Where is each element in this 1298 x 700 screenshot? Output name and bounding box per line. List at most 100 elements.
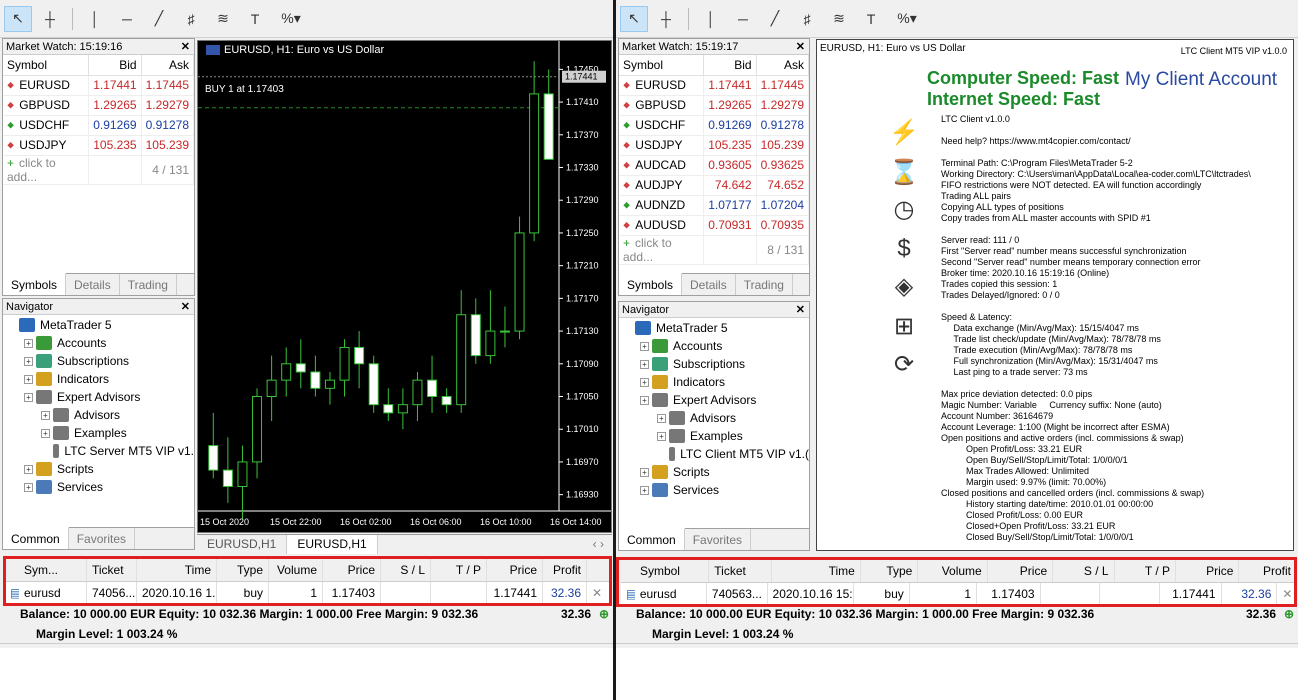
internet-speed: Internet Speed: Fast [927, 89, 1101, 109]
chart-tab-active[interactable]: EURUSD,H1 [287, 535, 378, 554]
expand-icon[interactable]: + [41, 428, 50, 438]
tab-trading[interactable]: Trading [736, 274, 793, 295]
fibonacci-icon[interactable]: ♯ [793, 6, 821, 32]
symbol-row[interactable]: ⯁ AUDCAD 0.93605 0.93625 [619, 155, 810, 176]
expand-icon[interactable]: + [24, 338, 33, 348]
vertical-line-icon[interactable]: │ [81, 6, 109, 32]
tab-favorites[interactable]: Favorites [685, 529, 752, 550]
expand-icon[interactable]: + [640, 341, 649, 351]
nav-item[interactable]: + Scripts [623, 463, 809, 481]
symbol-row[interactable]: ⯁ EURUSD 1.17441 1.17445 [3, 75, 195, 96]
tab-trading[interactable]: Trading [120, 274, 177, 295]
expand-icon[interactable]: + [24, 356, 33, 366]
symbol-row[interactable]: ⯁ USDCHF 0.91269 0.91278 [619, 115, 810, 136]
expand-icon[interactable]: + [657, 431, 666, 441]
nav-item[interactable]: + Accounts [7, 334, 194, 352]
channel-icon[interactable]: ≋ [209, 6, 237, 32]
info-line: Open positions and active orders (incl. … [941, 433, 1184, 443]
expand-icon[interactable]: + [24, 392, 33, 402]
horizontal-line-icon[interactable]: ─ [113, 6, 141, 32]
symbol-row[interactable]: ⯁ USDJPY 105.235 105.239 [3, 135, 195, 156]
fibonacci-icon[interactable]: ♯ [177, 6, 205, 32]
shapes-dropdown-icon[interactable]: %▾ [889, 6, 925, 32]
nav-item[interactable]: + Advisors [623, 409, 809, 427]
tab-scroll-icon[interactable]: ‹ › [593, 535, 612, 554]
expand-icon[interactable]: + [640, 485, 649, 495]
chart-tab[interactable]: EURUSD,H1 [197, 535, 288, 554]
col-symbol[interactable]: Symbol [619, 55, 705, 76]
col-bid[interactable]: Bid [88, 55, 142, 76]
my-account-link[interactable]: My Client Account [1125, 69, 1277, 91]
trendline-icon[interactable]: ╱ [145, 6, 173, 32]
symbol-row[interactable]: ⯁ AUDNZD 1.07177 1.07204 [619, 195, 810, 216]
expand-icon[interactable]: + [24, 464, 33, 474]
nav-item[interactable]: + Accounts [623, 337, 809, 355]
nav-item[interactable]: + Advisors [7, 406, 194, 424]
symbol-row[interactable]: ⯁ USDJPY 105.235 105.239 [619, 135, 810, 156]
close-icon[interactable]: ✕ [181, 39, 190, 55]
col-ask[interactable]: Ask [756, 55, 810, 76]
horizontal-line-icon[interactable]: ─ [729, 6, 757, 32]
nav-item[interactable]: MetaTrader 5 [623, 319, 809, 337]
plus-icon[interactable]: ⊕ [599, 604, 609, 624]
add-symbol[interactable]: + click to add... [619, 235, 705, 265]
nav-item[interactable]: + Scripts [7, 460, 194, 478]
close-icon[interactable]: ✕ [796, 39, 805, 55]
crosshair-tool-icon[interactable]: ┼ [652, 6, 680, 32]
expand-icon[interactable]: + [24, 482, 33, 492]
info-line: Terminal Path: C:\Program Files\MetaTrad… [941, 158, 1133, 168]
nav-item[interactable]: + Expert Advisors [7, 388, 194, 406]
symbol-row[interactable]: ⯁ USDCHF 0.91269 0.91278 [3, 115, 195, 136]
nav-item[interactable]: + Subscriptions [7, 352, 194, 370]
expand-icon[interactable]: + [640, 467, 649, 477]
nav-item[interactable]: LTC Client MT5 VIP v1.( [623, 445, 809, 463]
symbol-row[interactable]: ⯁ GBPUSD 1.29265 1.29279 [3, 95, 195, 116]
close-icon[interactable]: ✕ [181, 299, 190, 315]
crosshair-tool-icon[interactable]: ┼ [36, 6, 64, 32]
expand-icon[interactable]: + [640, 395, 649, 405]
add-symbol[interactable]: + click to add... [3, 155, 90, 185]
nav-item[interactable]: + Examples [623, 427, 809, 445]
col-ask[interactable]: Ask [141, 55, 195, 76]
nav-item[interactable]: + Indicators [7, 370, 194, 388]
text-tool-icon[interactable]: T [857, 6, 885, 32]
tab-details[interactable]: Details [66, 274, 120, 295]
plus-icon[interactable]: ⊕ [1284, 604, 1294, 624]
tab-symbols[interactable]: Symbols [619, 273, 683, 295]
cursor-tool-icon[interactable]: ↖ [620, 5, 648, 32]
expand-icon[interactable]: + [640, 359, 649, 369]
expand-icon[interactable]: + [41, 410, 50, 420]
nav-item[interactable]: + Expert Advisors [623, 391, 809, 409]
nav-item[interactable]: + Examples [7, 424, 194, 442]
col-symbol[interactable]: Symbol [3, 55, 90, 76]
nav-item[interactable]: + Services [623, 481, 809, 499]
shapes-dropdown-icon[interactable]: %▾ [273, 6, 309, 32]
tab-common[interactable]: Common [3, 527, 69, 549]
copier-panel[interactable]: EURUSD, H1: Euro vs US Dollar LTC Client… [816, 39, 1294, 551]
trendline-icon[interactable]: ╱ [761, 6, 789, 32]
close-icon[interactable]: ✕ [796, 302, 805, 318]
panel-chart-title: EURUSD, H1: Euro vs US Dollar [820, 43, 966, 54]
tab-favorites[interactable]: Favorites [69, 528, 136, 549]
expand-icon[interactable]: + [640, 377, 649, 387]
nav-item[interactable]: + Subscriptions [623, 355, 809, 373]
channel-icon[interactable]: ≋ [825, 6, 853, 32]
symbol-row[interactable]: ⯁ GBPUSD 1.29265 1.29279 [619, 95, 810, 116]
nav-item[interactable]: LTC Server MT5 VIP v1. [7, 442, 194, 460]
symbol-row[interactable]: ⯁ AUDJPY 74.642 74.652 [619, 175, 810, 196]
nav-item[interactable]: + Services [7, 478, 194, 496]
text-tool-icon[interactable]: T [241, 6, 269, 32]
symbol-row[interactable]: ⯁ AUDUSD 0.70931 0.70935 [619, 215, 810, 236]
tab-common[interactable]: Common [619, 528, 685, 550]
expand-icon[interactable]: + [657, 413, 666, 423]
expand-icon[interactable]: + [24, 374, 33, 384]
tab-details[interactable]: Details [682, 274, 736, 295]
price-chart[interactable]: 1.17450 1.17410 1.17370 1.17330 1.17290 1.172… [197, 40, 612, 533]
nav-item[interactable]: + Indicators [623, 373, 809, 391]
vertical-line-icon[interactable]: │ [697, 6, 725, 32]
cursor-tool-icon[interactable]: ↖ [4, 5, 32, 32]
tab-symbols[interactable]: Symbols [3, 273, 67, 295]
symbol-row[interactable]: ⯁ EURUSD 1.17441 1.17445 [619, 75, 810, 96]
col-bid[interactable]: Bid [703, 55, 757, 76]
nav-item[interactable]: MetaTrader 5 [7, 316, 194, 334]
